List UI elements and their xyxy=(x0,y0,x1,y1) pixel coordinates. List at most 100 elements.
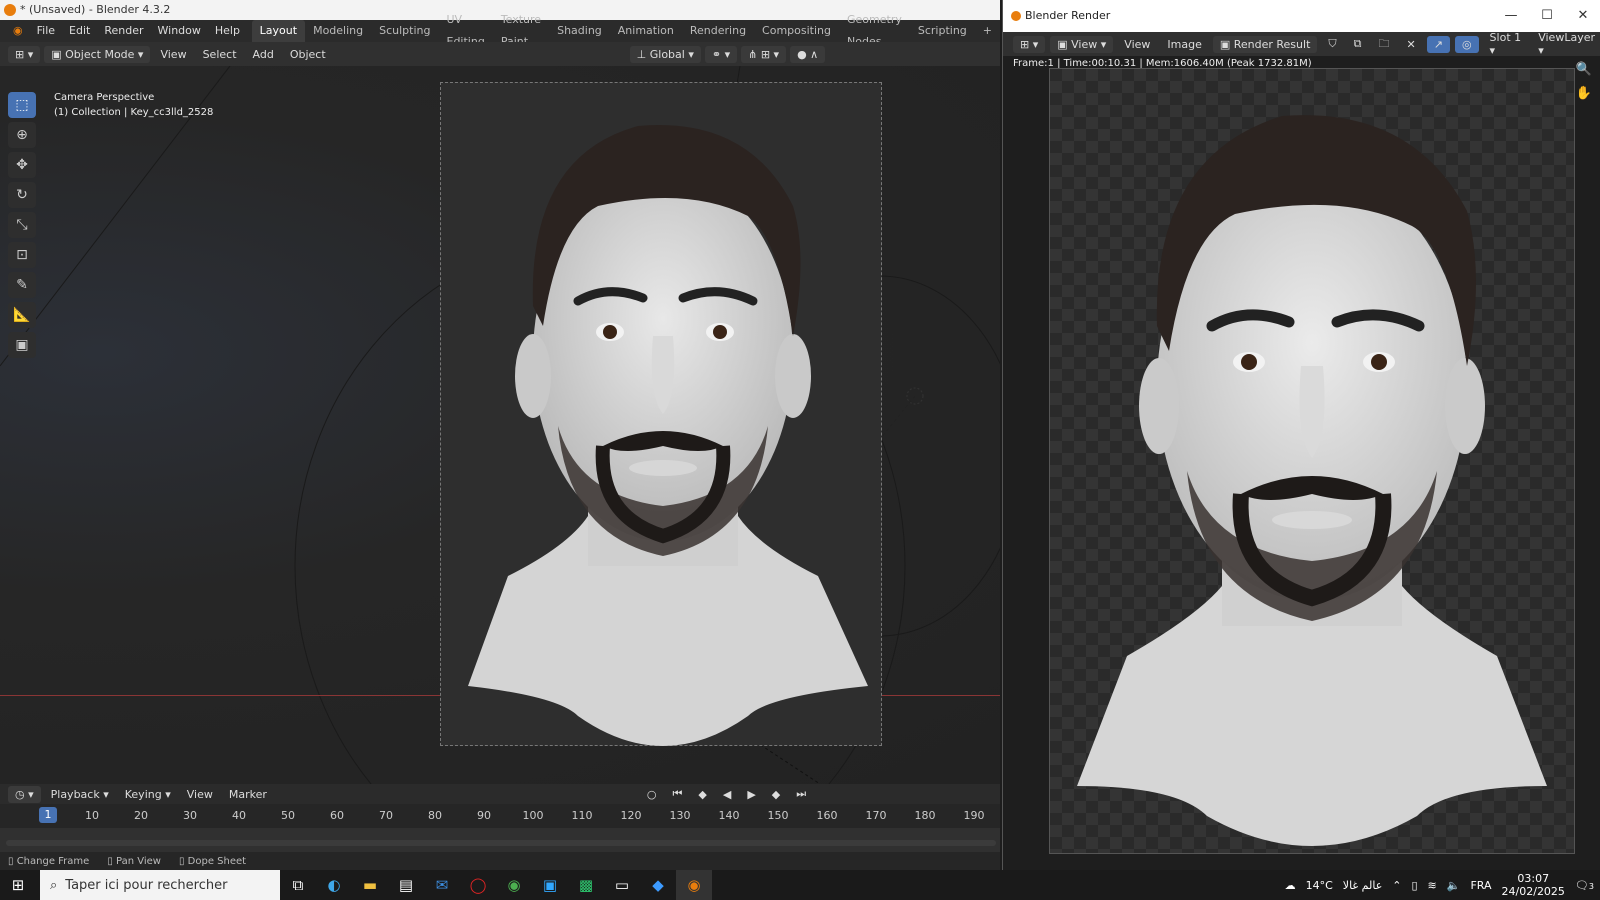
timeline-view-menu[interactable]: View xyxy=(181,786,219,803)
app-m-icon[interactable]: ▩ xyxy=(568,870,604,900)
chrome-icon[interactable]: ◉ xyxy=(496,870,532,900)
measure-icon[interactable]: 📐 xyxy=(8,302,36,328)
minimize-icon[interactable]: — xyxy=(1493,0,1529,32)
menu-file[interactable]: File xyxy=(30,20,62,42)
tab-layout[interactable]: Layout xyxy=(251,20,306,42)
keying-menu[interactable]: Keying ▾ xyxy=(119,786,177,803)
tab-animation[interactable]: Animation xyxy=(610,20,682,42)
wifi-icon[interactable]: ≋ xyxy=(1428,879,1437,892)
language-indicator[interactable]: FRA xyxy=(1470,879,1491,892)
edge-icon[interactable]: ◐ xyxy=(316,870,352,900)
add-cube-icon[interactable]: ▣ xyxy=(8,332,36,358)
image-view-dropdown[interactable]: ▣ View ▾ xyxy=(1050,35,1114,53)
prev-key-icon[interactable]: ◆ xyxy=(692,786,712,803)
play-icon[interactable]: ▶ xyxy=(741,786,761,803)
battery-icon[interactable]: ▯ xyxy=(1411,879,1417,892)
menu-edit[interactable]: Edit xyxy=(62,20,97,42)
windows-start-icon[interactable]: ⊞ xyxy=(0,870,36,900)
frame-ruler[interactable]: 1 10 20 30 40 50 60 70 80 90 100 110 120… xyxy=(0,804,1000,828)
zoom-icon[interactable]: 🔍 xyxy=(1576,62,1592,77)
viewport-header: ⊞ ▾ ▣ Object Mode ▾ View Select Add Obje… xyxy=(0,42,1000,66)
record-icon[interactable]: ○ xyxy=(641,786,663,803)
frame-tick: 180 xyxy=(914,809,936,822)
frame-tick: 140 xyxy=(718,809,740,822)
view-menu[interactable]: View xyxy=(1118,36,1156,53)
view-layer-dropdown[interactable]: ViewLayer ▾ xyxy=(1532,29,1600,59)
maximize-icon[interactable]: ☐ xyxy=(1529,0,1565,32)
image-menu[interactable]: Image xyxy=(1161,36,1207,53)
chevron-up-icon[interactable]: ⌃ xyxy=(1392,879,1401,892)
tab-rendering[interactable]: Rendering xyxy=(682,20,754,42)
frame-tick: 110 xyxy=(571,809,593,822)
view-name: Camera Perspective xyxy=(54,92,155,103)
view-menu[interactable]: View xyxy=(154,46,192,63)
tab-modeling[interactable]: Modeling xyxy=(305,20,371,42)
object-menu[interactable]: Object xyxy=(284,46,332,63)
tab-compositing[interactable]: Compositing xyxy=(754,20,839,42)
folder-icon[interactable]: 🗀 xyxy=(1373,33,1396,56)
move-icon[interactable]: ✥ xyxy=(8,152,36,178)
blender-taskbar-icon[interactable]: ◉ xyxy=(676,870,712,900)
menu-help[interactable]: Help xyxy=(208,20,247,42)
render-title-bar: Blender Render — ☐ ✕ xyxy=(1003,0,1600,32)
play-reverse-icon[interactable]: ◀ xyxy=(717,786,737,803)
store-icon[interactable]: ▤ xyxy=(388,870,424,900)
outlook-icon[interactable]: ✉ xyxy=(424,870,460,900)
app-window-icon[interactable]: ▭ xyxy=(604,870,640,900)
playback-menu[interactable]: Playback ▾ xyxy=(45,786,115,803)
jump-end-icon[interactable]: ⏭ xyxy=(790,785,812,803)
mode-dropdown[interactable]: ▣ Object Mode ▾ xyxy=(44,45,151,63)
menu-render[interactable]: Render xyxy=(97,20,150,42)
scale-icon[interactable]: ⤡ xyxy=(8,212,36,238)
current-frame-indicator[interactable]: 1 xyxy=(39,807,57,823)
next-key-icon[interactable]: ◆ xyxy=(766,786,786,803)
head-model[interactable] xyxy=(448,96,878,756)
slot-dropdown[interactable]: Slot 1 ▾ xyxy=(1484,29,1528,59)
task-view-icon[interactable]: ⧉ xyxy=(280,870,316,900)
select-box-icon[interactable]: ⬚ xyxy=(8,92,36,118)
tab-scripting[interactable]: Scripting xyxy=(910,20,975,42)
notification-icon[interactable]: 🗨3 xyxy=(1575,879,1594,892)
add-menu[interactable]: Add xyxy=(247,46,280,63)
close-icon[interactable]: ✕ xyxy=(1565,0,1600,32)
tab-sculpting[interactable]: Sculpting xyxy=(371,20,438,42)
clock[interactable]: 03:07 24/02/2025 xyxy=(1502,872,1565,898)
select-menu[interactable]: Select xyxy=(197,46,243,63)
editor-type-button[interactable]: ⊞ ▾ xyxy=(8,45,41,63)
menu-window[interactable]: Window xyxy=(151,20,208,42)
shield-icon[interactable]: ⛉ xyxy=(1322,35,1342,53)
image-editor-type[interactable]: ⊞ ▾ xyxy=(1013,35,1046,53)
transform-icon[interactable]: ⊡ xyxy=(8,242,36,268)
cursor-icon[interactable]: ⊕ xyxy=(8,122,36,148)
rotate-icon[interactable]: ↻ xyxy=(8,182,36,208)
tab-shading[interactable]: Shading xyxy=(549,20,610,42)
annotate-icon[interactable]: ✎ xyxy=(8,272,36,298)
render-result-dropdown[interactable]: ▣ Render Result xyxy=(1212,35,1318,53)
pivot-icon[interactable]: ⚭ ▾ xyxy=(704,45,738,63)
copy-icon[interactable]: ⧉ xyxy=(1348,35,1368,53)
taskbar-search[interactable]: ⌕ Taper ici pour rechercher xyxy=(40,870,280,900)
photoshop-icon[interactable]: ▣ xyxy=(532,870,568,900)
app-blue-icon[interactable]: ◆ xyxy=(640,870,676,900)
volume-icon[interactable]: 🔈 xyxy=(1447,879,1461,892)
timeline-editor-type[interactable]: ◷ ▾ xyxy=(8,785,41,803)
add-workspace-button[interactable]: + xyxy=(975,20,1000,42)
jump-start-icon[interactable]: ⏮ xyxy=(666,785,688,803)
file-explorer-icon[interactable]: ▬ xyxy=(352,870,388,900)
unlink-icon[interactable]: ✕ xyxy=(1401,36,1422,53)
blender-menu-icon[interactable]: ◉ xyxy=(6,20,30,42)
proportional-edit-icon[interactable]: ● ∧ xyxy=(790,45,826,63)
blender-logo-icon xyxy=(4,4,16,16)
snap-icon[interactable]: ⋔ ⊞ ▾ xyxy=(741,45,787,63)
opera-icon[interactable]: ◯ xyxy=(460,870,496,900)
weather-icon[interactable]: ☁ xyxy=(1285,879,1296,892)
marker-menu[interactable]: Marker xyxy=(223,786,273,803)
pan-hand-icon[interactable]: ✋ xyxy=(1576,86,1592,101)
sample-tool-icon[interactable]: ↗ xyxy=(1426,35,1450,53)
app-title: * (Unsaved) - Blender 4.3.2 xyxy=(20,3,171,16)
status-pan-view: ▯ Pan View xyxy=(107,855,161,867)
windows-taskbar: ⊞ ⌕ Taper ici pour rechercher ⧉ ◐ ▬ ▤ ✉ … xyxy=(0,870,1600,900)
timeline-scrollbar[interactable] xyxy=(6,840,996,846)
orientation-dropdown[interactable]: ⊥ Global ▾ xyxy=(629,45,701,63)
overlay-icon[interactable]: ◎ xyxy=(1454,35,1479,53)
